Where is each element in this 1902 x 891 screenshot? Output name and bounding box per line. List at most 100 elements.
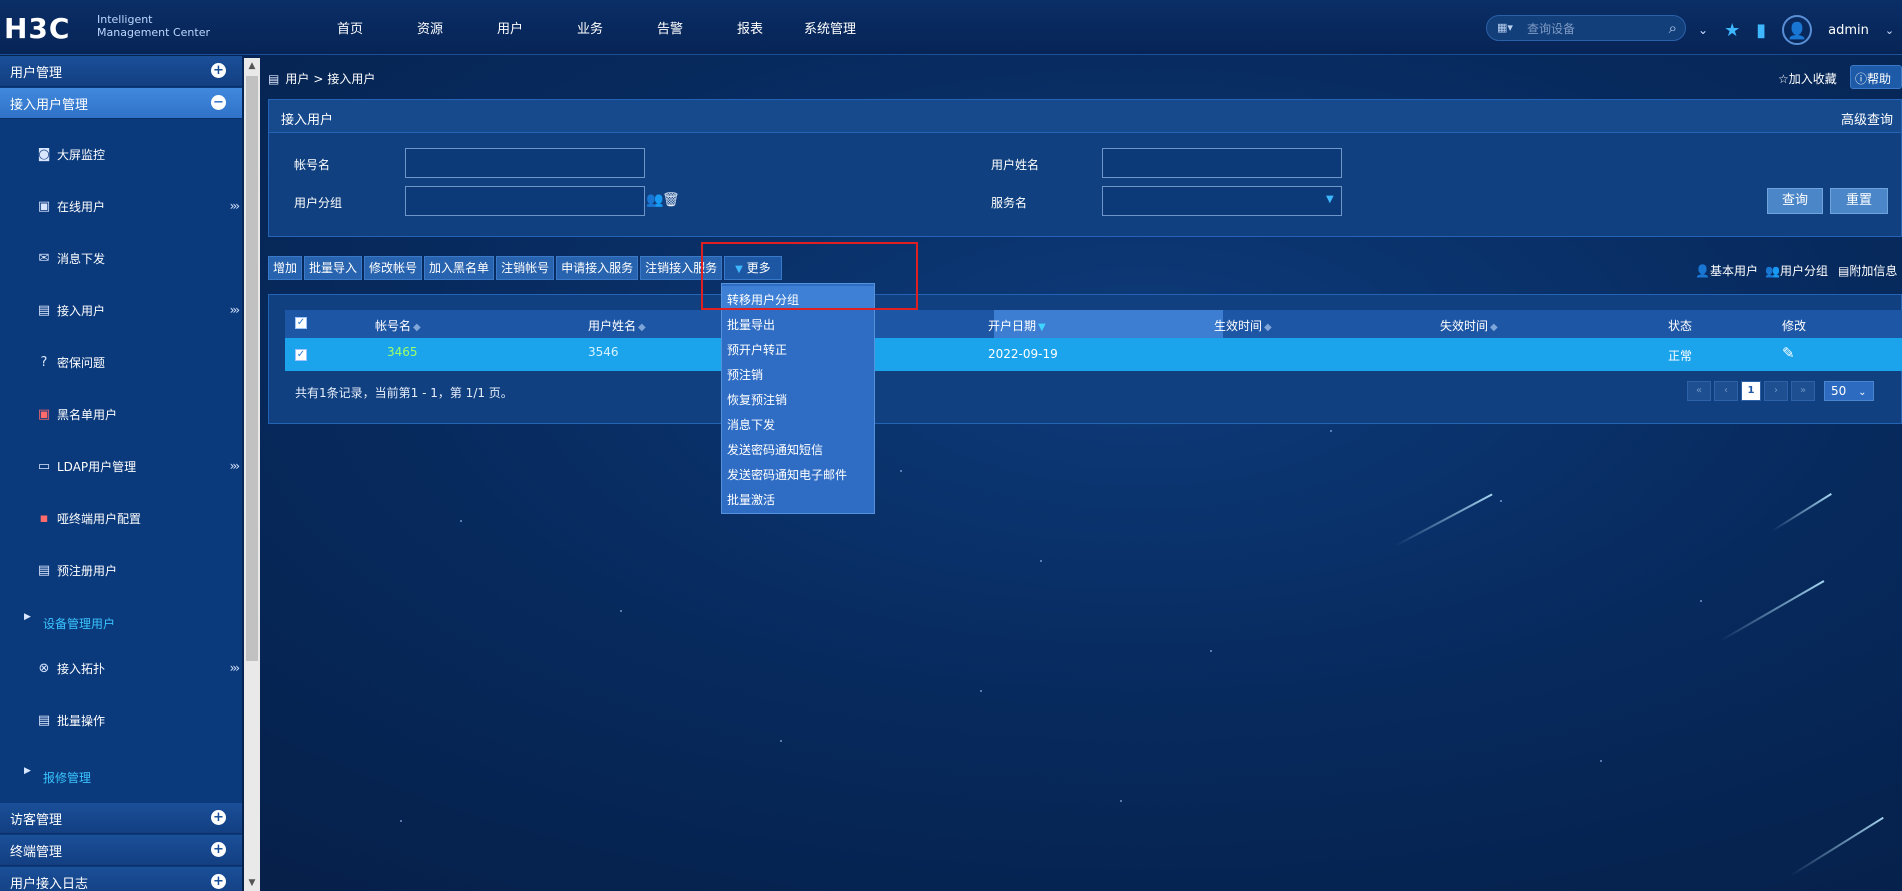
sidebar-section-guest-management[interactable]: 访客管理 + [0,803,242,834]
search-type-select-icon[interactable]: ▦▾ [1497,21,1513,34]
basic-user-link[interactable]: 👤基本用户 [1695,262,1758,279]
sidebar-item-blacklist[interactable]: ▣ 黑名单用户 [0,402,242,426]
apply-service-button[interactable]: 申请接入服务 [556,256,639,280]
sidebar-sub-device-management-users[interactable]: ▶ 设备管理用户 [0,610,242,632]
select-all-checkbox[interactable]: ✓ [295,317,307,329]
nav-resource[interactable]: 资源 [390,18,470,37]
scrollbar-thumb[interactable] [246,76,258,661]
section-label: 用户接入日志 [10,876,89,891]
prev-page-icon[interactable]: ‹ [1714,381,1738,401]
nav-home[interactable]: 首页 [310,18,390,37]
top-bar: H3C Intelligent Management Center 首页 资源 … [0,0,1902,55]
col-open-date-label: 开户日期 [988,319,1037,333]
sidebar-item-access-users[interactable]: ▤ 接入用户 ››› [0,298,242,322]
query-button[interactable]: 查询 [1767,188,1823,214]
page-size-select[interactable]: 50 ⌄ [1824,381,1874,401]
service-select[interactable] [1102,186,1342,216]
chevron-down-icon[interactable]: ⌄ [1885,24,1894,37]
nav-user[interactable]: 用户 [470,18,550,37]
chevron-down-icon[interactable]: ▼ [1326,194,1334,205]
cancel-account-button[interactable]: 注销帐号 [496,256,555,280]
menu-item-preopen-convert[interactable]: 预开户转正 [722,336,874,360]
add-button[interactable]: 增加 [268,256,303,280]
search-input[interactable] [1527,20,1647,37]
sidebar-item-label: 在线用户 [57,199,106,214]
sidebar-item-dumb-terminal[interactable]: ▪ 哑终端用户配置 [0,506,242,530]
sidebar-section-terminal-management[interactable]: 终端管理 + [0,835,242,866]
reset-button[interactable]: 重置 [1830,188,1888,214]
cell-account[interactable]: 3465 [387,345,418,359]
nav-system[interactable]: 系统管理 [790,18,870,37]
sidebar-sub-repair-management[interactable]: ▶ 报修管理 [0,764,242,786]
nav-alarm[interactable]: 告警 [630,18,710,37]
sidebar-item-message[interactable]: ✉ 消息下发 [0,246,242,270]
menu-item-batch-export[interactable]: 批量导出 [722,311,874,335]
account-field[interactable] [405,148,645,178]
scroll-down-icon[interactable]: ▼ [244,875,260,891]
trash-icon[interactable]: 🗑 [662,192,680,208]
extra-info-link[interactable]: ▤附加信息 [1838,262,1897,279]
expand-more-icon[interactable]: ››› [230,199,241,213]
avatar-icon[interactable]: 👤 [1782,15,1813,45]
batch-import-button[interactable]: 批量导入 [304,256,363,280]
expand-icon[interactable]: + [211,63,226,78]
menu-item-restore-pre-cancel[interactable]: 恢复预注销 [722,386,874,410]
star-icon[interactable]: ★ [1724,20,1740,41]
advanced-query-link[interactable]: 高级查询 [1841,109,1893,128]
scroll-up-icon[interactable]: ▲ [244,58,260,74]
sidebar-item-screen-monitor[interactable]: ◙ 大屏监控 [0,142,242,166]
row-checkbox[interactable]: ✓ [295,349,307,361]
card-icon: ▤ [1838,264,1850,278]
h3c-logo[interactable]: H3C [4,12,70,45]
expand-icon[interactable]: + [211,810,226,825]
col-username[interactable]: 用户姓名 ◆ [588,317,646,334]
collapse-icon[interactable]: − [211,95,226,110]
expand-more-icon[interactable]: ››› [230,303,241,317]
first-page-icon[interactable]: « [1687,381,1711,401]
double-chevron-down-icon[interactable]: ⌄ [1698,23,1708,37]
add-blacklist-button[interactable]: 加入黑名单 [424,256,495,280]
menu-item-batch-activate[interactable]: 批量激活 [722,486,874,510]
cell-status: 正常 [1668,349,1693,363]
sidebar-section-user-management[interactable]: 用户管理 + [0,56,242,87]
nav-service[interactable]: 业务 [550,18,630,37]
sidebar-item-access-topology[interactable]: ⊗ 接入拓扑 ››› [0,656,242,680]
col-open-date[interactable]: 开户日期 ▼ [988,317,1046,334]
breadcrumb-root[interactable]: 用户 [285,70,309,87]
col-account[interactable]: 帐号名 ◆ [375,317,421,334]
username-field[interactable] [1102,148,1342,178]
user-group-field[interactable] [405,186,645,216]
search-icon[interactable]: ⌕ [1669,19,1677,37]
sidebar-section-access-log[interactable]: 用户接入日志 + [0,867,242,891]
expand-more-icon[interactable]: ››› [230,459,241,473]
menu-item-pre-cancel[interactable]: 预注销 [722,361,874,385]
last-page-icon[interactable]: » [1791,381,1815,401]
sidebar-item-batch-operation[interactable]: ▤ 批量操作 [0,708,242,732]
edit-icon[interactable]: ✎ [1782,344,1795,362]
username[interactable]: admin [1828,23,1869,38]
select-group-icon[interactable]: 👥 [646,192,663,208]
expand-icon[interactable]: + [211,874,226,889]
sidebar-item-ldap[interactable]: ▭ LDAP用户管理 ››› [0,454,242,478]
user-group-link[interactable]: 👥用户分组 [1765,262,1828,279]
expand-icon[interactable]: + [211,842,226,857]
sidebar-item-preregister[interactable]: ▤ 预注册用户 [0,558,242,582]
col-expire[interactable]: 失效时间 ◆ [1440,317,1498,334]
edit-account-button[interactable]: 修改帐号 [364,256,423,280]
nav-report[interactable]: 报表 [710,18,790,37]
bookmark-icon[interactable]: ▮ [1756,20,1766,41]
expand-more-icon[interactable]: ››› [230,661,241,675]
sidebar-section-access-user-management[interactable]: 接入用户管理 − [0,88,242,119]
col-effective[interactable]: 生效时间 ◆ [1214,317,1272,334]
help-button[interactable]: ⓘ帮助 [1850,65,1902,89]
table-row[interactable]: ✓ 3465 3546 2022-09-19 正常 ✎ [285,338,1902,371]
sidebar-item-security-question[interactable]: ? 密保问题 [0,350,242,374]
menu-item-email-password[interactable]: 发送密码通知电子邮件 [722,461,874,485]
sidebar-scrollbar[interactable]: ▲ ▼ [244,58,260,891]
next-page-icon[interactable]: › [1764,381,1788,401]
current-page[interactable]: 1 [1741,381,1761,401]
menu-item-send-message[interactable]: 消息下发 [722,411,874,435]
menu-item-sms-password[interactable]: 发送密码通知短信 [722,436,874,460]
add-favorite-link[interactable]: ☆加入收藏 [1778,70,1837,87]
sidebar-item-online-users[interactable]: ▣ 在线用户 ››› [0,194,242,218]
